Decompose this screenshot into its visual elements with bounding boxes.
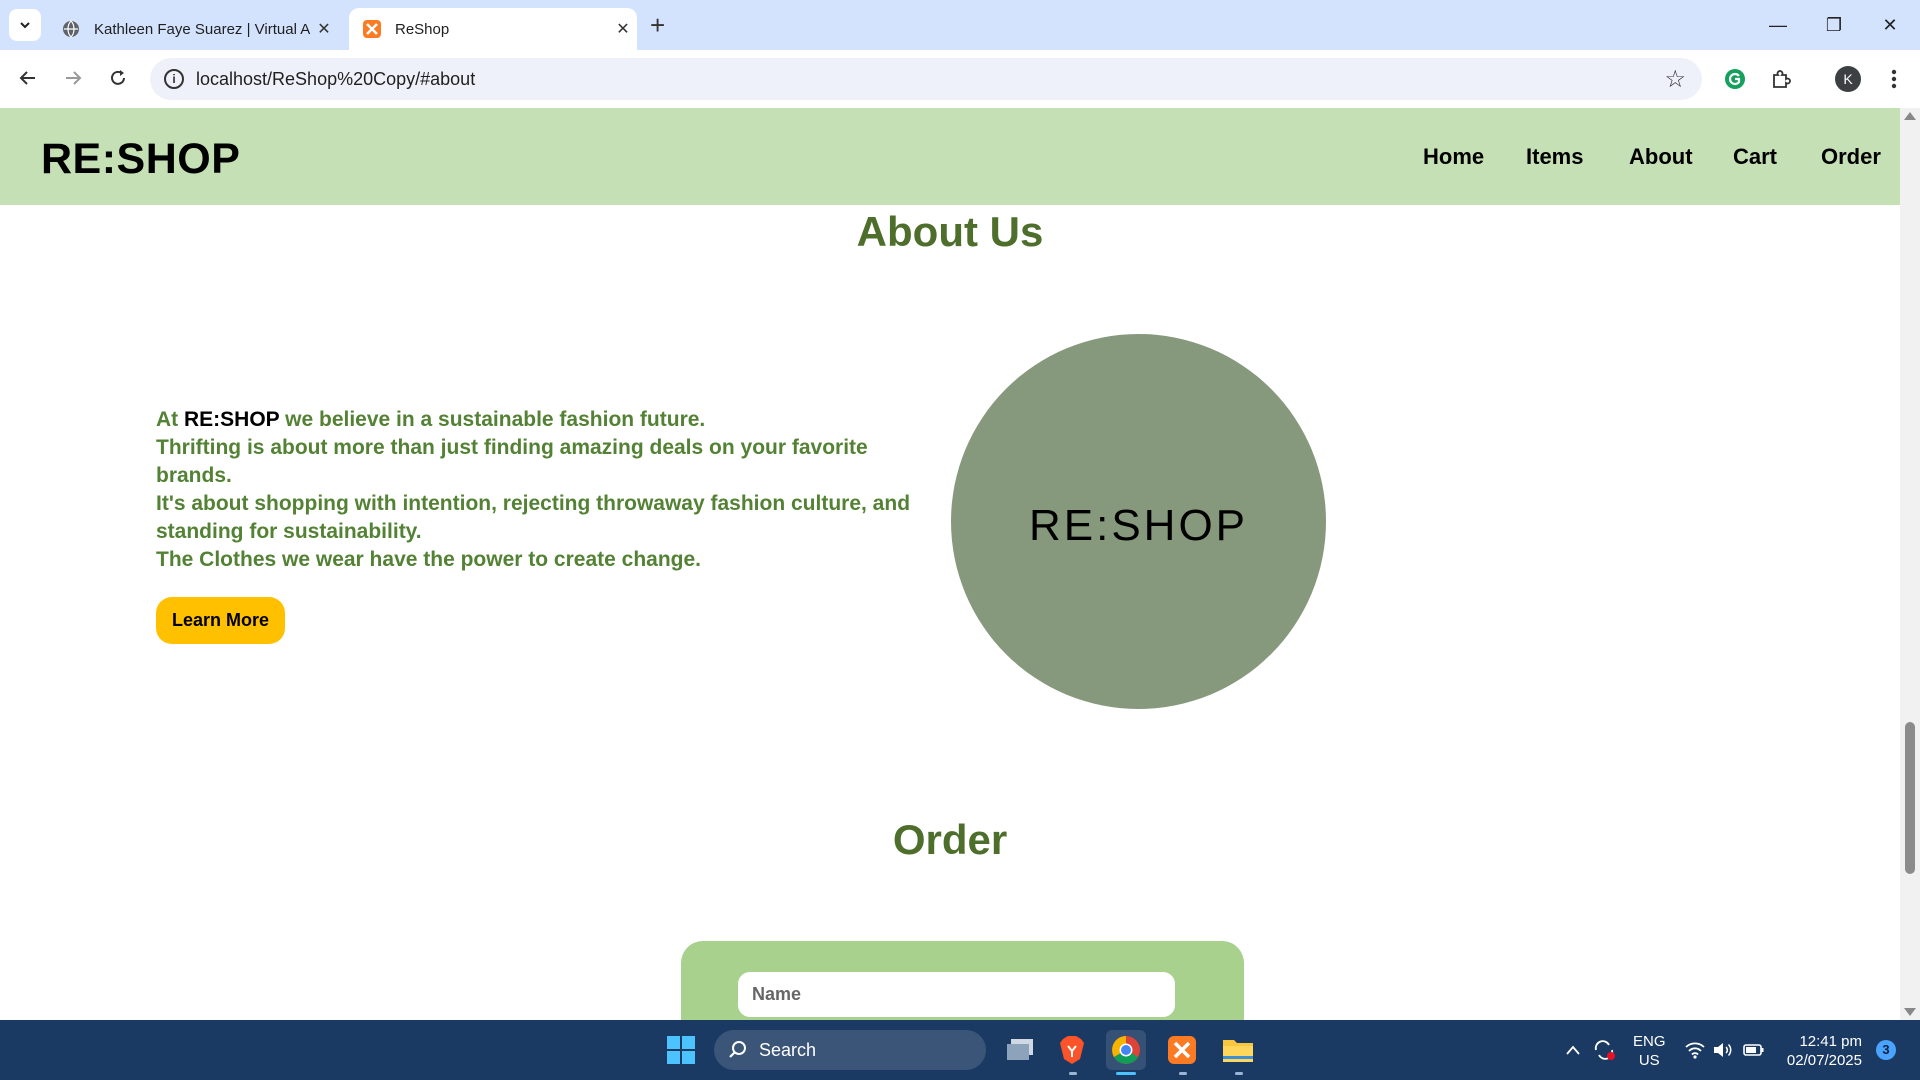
reload-button[interactable] [104,64,132,92]
puzzle-icon [1773,70,1791,88]
bookmark-star-icon[interactable]: ☆ [1664,65,1686,94]
file-explorer-button[interactable] [1218,1030,1258,1070]
about-heading: About Us [856,208,1044,255]
task-view-button[interactable] [1000,1030,1040,1070]
lang-region: US [1638,1052,1660,1069]
arrow-right-icon [66,71,82,85]
nav-cart[interactable]: Cart [1733,144,1777,170]
scroll-thumb[interactable] [1905,722,1915,874]
nav-about[interactable]: About [1629,144,1693,170]
windows-taskbar: Search ENG US 12:41 pm 02/07/2025 3 [0,1020,1920,1080]
reload-icon [111,70,125,85]
windows-logo-icon [667,1036,695,1064]
about-description: At RE:SHOP we believe in a sustainable f… [156,406,946,574]
nav-order[interactable]: Order [1821,144,1881,170]
about-logo-circle: RE:SHOP [951,334,1326,709]
show-hidden-icons-button[interactable] [1565,1020,1581,1080]
notification-badge[interactable]: 3 [1876,1040,1896,1060]
site-info-icon[interactable]: i [164,69,184,89]
page-viewport: RE:SHOP Home Items About Cart Order Abou… [0,108,1900,1020]
address-bar[interactable]: i localhost/ReShop%20Copy/#about ☆ [150,58,1702,100]
browser-tab-inactive[interactable]: Kathleen Faye Suarez | Virtual A ✕ [48,8,338,50]
running-indicator [1069,1072,1077,1075]
about-line3: It's about shopping with intention, reje… [156,492,911,543]
more-vert-icon [1891,69,1897,89]
language-indicator[interactable]: ENG US [1633,1032,1666,1070]
circle-logo-text: RE:SHOP [1028,501,1249,550]
close-tab-icon[interactable]: ✕ [310,19,338,39]
wifi-icon [1685,1042,1705,1059]
about-line1-prefix: At [156,408,184,431]
browser-tab-active[interactable]: ReShop ✕ [349,8,637,50]
chrome-button[interactable] [1106,1030,1146,1070]
speaker-icon [1714,1043,1732,1057]
url-text[interactable]: localhost/ReShop%20Copy/#about [196,69,475,90]
system-clock[interactable]: 12:41 pm 02/07/2025 [1782,1032,1862,1070]
scroll-up-arrow-icon[interactable] [1904,112,1916,120]
chrome-icon [1112,1036,1140,1064]
about-line1-suffix: we believe in a sustainable fashion futu… [279,408,706,431]
browser-menu-button[interactable] [1880,65,1908,93]
brave-browser-button[interactable] [1052,1030,1092,1070]
clock-date: 02/07/2025 [1786,1052,1862,1069]
profile-avatar[interactable]: K [1835,66,1861,92]
globe-icon [63,20,79,38]
scroll-down-arrow-icon[interactable] [1904,1008,1916,1016]
tab-title: ReShop [395,20,450,38]
folder-icon [1223,1040,1253,1062]
arrow-left-icon [19,71,35,85]
running-indicator [1235,1072,1243,1075]
battery-icon [1743,1044,1764,1056]
site-header: RE:SHOP Home Items About Cart Order [0,108,1900,205]
new-tab-button[interactable]: + [650,10,665,41]
lang-code: ENG [1633,1033,1666,1050]
battery-button[interactable] [1743,1020,1765,1080]
grammarly-extension-button[interactable] [1721,65,1749,93]
search-label: Search [759,1040,817,1060]
nav-home[interactable]: Home [1423,144,1484,170]
minimize-button[interactable]: — [1750,0,1806,50]
xampp-icon [363,20,381,38]
active-indicator [1116,1072,1136,1075]
order-form [681,941,1244,1020]
task-view-icon [1007,1039,1033,1060]
xampp-icon [1168,1036,1196,1064]
sync-status-button[interactable] [1592,1020,1616,1080]
sync-icon [1594,1040,1615,1060]
close-tab-icon[interactable]: ✕ [609,19,637,39]
tab-search-button[interactable] [9,9,41,41]
about-brand-name: RE:SHOP [184,408,280,431]
about-line2: Thrifting is about more than just findin… [156,436,868,487]
browser-tab-bar: Kathleen Faye Suarez | Virtual A ✕ ReSho… [0,0,1920,50]
extensions-button[interactable] [1767,65,1795,93]
close-window-button[interactable]: ✕ [1862,0,1918,50]
start-button[interactable] [661,1030,701,1070]
page-scrollbar[interactable] [1900,108,1920,1020]
tab-title: Kathleen Faye Suarez | Virtual A [94,20,310,38]
taskbar-search[interactable]: Search [714,1030,986,1070]
site-logo[interactable]: RE:SHOP [41,135,240,184]
brave-icon [1060,1036,1084,1064]
nav-items[interactable]: Items [1526,144,1583,170]
back-button[interactable] [14,64,42,92]
running-indicator [1179,1072,1187,1075]
chevron-up-icon [1566,1045,1580,1055]
browser-toolbar: i localhost/ReShop%20Copy/#about ☆ K [0,50,1920,108]
search-icon [729,1041,746,1058]
chevron-down-icon [20,22,30,29]
wifi-button[interactable] [1684,1020,1706,1080]
restore-button[interactable]: ❐ [1806,0,1862,50]
clock-time: 12:41 pm [1799,1033,1862,1050]
name-input[interactable] [738,972,1175,1017]
grammarly-icon [1725,69,1745,89]
volume-button[interactable] [1712,1020,1734,1080]
learn-more-button[interactable]: Learn More [156,597,285,644]
forward-button[interactable] [59,64,87,92]
order-heading: Order [892,816,1008,863]
about-line4: The Clothes we wear have the power to cr… [156,548,701,571]
xampp-button[interactable] [1162,1030,1202,1070]
